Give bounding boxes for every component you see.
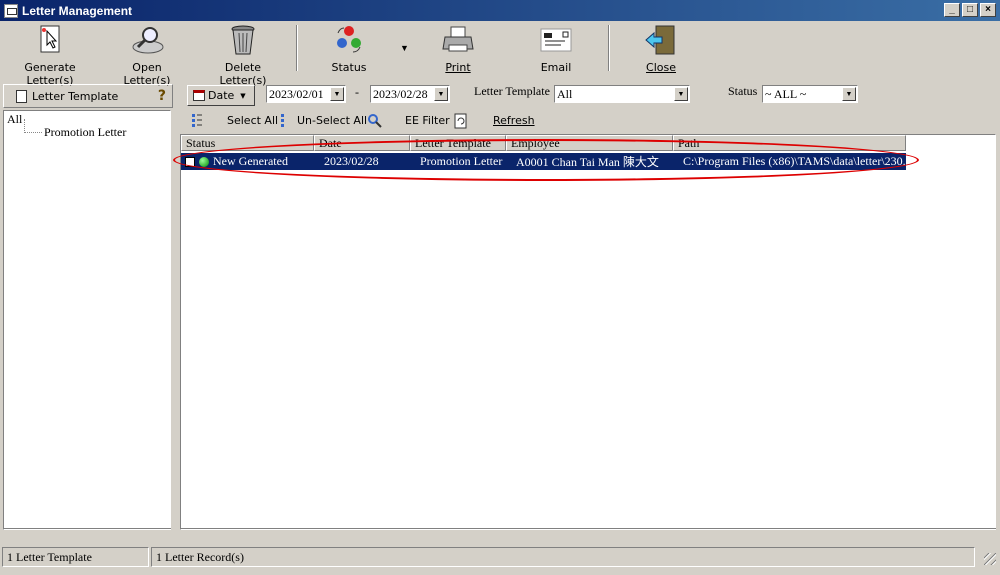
ee-filter-icon xyxy=(367,113,383,128)
row-date: 2023/02/28 xyxy=(324,154,379,168)
open-letters-button[interactable]: Open Letter(s) xyxy=(110,23,184,87)
date-separator: - xyxy=(355,85,359,99)
letter-template-header-label: Letter Template xyxy=(32,89,119,103)
close-window-button[interactable]: × xyxy=(980,3,996,17)
toolbar: Generate Letter(s) Open Letter(s) Delete… xyxy=(0,21,1000,87)
status-label: Status xyxy=(331,61,367,74)
filter-bar: Date ▼ 2023/02/01 ▼ - 2023/02/28 ▼ Lette… xyxy=(182,84,1000,108)
generate-letters-button[interactable]: Generate Letter(s) xyxy=(4,23,96,87)
status-dropdown-arrow-icon[interactable]: ▼ xyxy=(400,43,409,53)
status-record-count: 1 Letter Record(s) xyxy=(151,547,975,567)
date-from-picker[interactable]: 2023/02/01 ▼ xyxy=(266,85,346,103)
column-header-date[interactable]: Date xyxy=(314,135,410,151)
status-filter-select[interactable]: ~ ALL ~ ▼ xyxy=(762,85,858,103)
app-icon xyxy=(4,3,18,18)
row-checkbox[interactable] xyxy=(185,156,195,167)
magnifier-icon xyxy=(130,23,164,57)
resize-grip-icon[interactable] xyxy=(984,553,996,565)
tree-item-promotion-letter[interactable]: Promotion Letter xyxy=(44,125,126,140)
row-template: Promotion Letter xyxy=(420,154,503,168)
date-to-picker[interactable]: 2023/02/28 ▼ xyxy=(370,85,450,103)
refresh-button[interactable]: Refresh xyxy=(493,114,535,127)
status-template-count: 1 Letter Template xyxy=(2,547,149,567)
date-from-value: 2023/02/01 xyxy=(269,87,324,101)
maximize-button[interactable]: □ xyxy=(962,3,978,17)
print-label: Print xyxy=(445,61,471,74)
column-header-letter-template[interactable]: Letter Template xyxy=(410,135,506,151)
tree-bottom-edge xyxy=(3,528,171,536)
select-list-icon xyxy=(192,113,202,127)
ee-filter-button[interactable]: EE Filter xyxy=(405,114,450,127)
delete-letters-button[interactable]: Delete Letter(s) xyxy=(203,23,283,87)
status-filter-value: ~ ALL ~ xyxy=(765,87,807,101)
tree-item-all[interactable]: All xyxy=(7,112,22,127)
template-tree: All Promotion Letter xyxy=(3,110,171,530)
table-row[interactable]: New Generated 2023/02/28 Promotion Lette… xyxy=(181,153,906,170)
unselect-list-icon xyxy=(279,113,289,127)
close-button[interactable]: Close xyxy=(643,23,679,74)
envelope-icon xyxy=(539,23,573,57)
trash-can-icon xyxy=(226,23,260,57)
chevron-down-icon: ▼ xyxy=(240,91,246,100)
chevron-down-icon[interactable]: ▼ xyxy=(330,87,344,101)
tree-connector xyxy=(24,119,42,133)
window-title: Letter Management xyxy=(22,3,133,18)
email-label: Email xyxy=(540,61,572,74)
select-all-button[interactable]: Select All xyxy=(227,114,278,127)
row-path: C:\Program Files (x86)\TAMS\data\letter\… xyxy=(683,154,906,168)
toolbar-separator xyxy=(296,25,298,71)
date-filter-label: Date xyxy=(208,89,235,102)
title-bar: Letter Management _ □ × xyxy=(0,0,1000,21)
unselect-all-button[interactable]: Un-Select All xyxy=(297,114,367,127)
close-label: Close xyxy=(646,61,676,74)
chevron-down-icon[interactable]: ▼ xyxy=(434,87,448,101)
print-button[interactable]: Print xyxy=(440,23,476,74)
document-icon xyxy=(16,89,27,103)
printer-icon xyxy=(441,23,475,57)
letter-template-header: Letter Template ? xyxy=(3,84,173,108)
generate-letter-icon xyxy=(33,23,67,57)
chevron-down-icon[interactable]: ▼ xyxy=(842,87,856,101)
template-filter-select[interactable]: All ▼ xyxy=(554,85,690,103)
template-filter-value: All xyxy=(557,87,573,101)
date-to-value: 2023/02/28 xyxy=(373,87,428,101)
row-employee: A0001 Chan Tai Man 陳大文 xyxy=(516,155,659,169)
help-icon[interactable]: ? xyxy=(158,88,166,104)
status-button[interactable]: Status xyxy=(330,23,368,74)
grid-horizontal-scrollbar[interactable] xyxy=(180,528,996,536)
column-header-status[interactable]: Status xyxy=(181,135,314,151)
status-bar: 1 Letter Template 1 Letter Record(s) xyxy=(0,545,1000,569)
exit-door-icon xyxy=(644,23,678,57)
letter-records-grid: Status Date Letter Template Employee Pat… xyxy=(180,134,996,530)
status-balls-icon xyxy=(332,23,366,57)
email-button[interactable]: Email xyxy=(537,23,575,74)
toolbar-separator xyxy=(608,25,610,71)
column-header-path[interactable]: Path xyxy=(673,135,906,151)
date-filter-button[interactable]: Date ▼ xyxy=(187,85,255,106)
template-filter-label: Letter Template xyxy=(474,84,550,98)
refresh-icon xyxy=(454,113,468,129)
status-filter-label: Status xyxy=(728,84,758,98)
status-indicator-icon xyxy=(199,156,209,167)
grid-header: Status Date Letter Template Employee Pat… xyxy=(181,135,906,151)
chevron-down-icon[interactable]: ▼ xyxy=(674,87,688,101)
calendar-icon xyxy=(193,90,205,101)
minimize-button[interactable]: _ xyxy=(944,3,960,17)
column-header-employee[interactable]: Employee xyxy=(506,135,673,151)
row-status: New Generated xyxy=(213,154,288,168)
action-bar: Select All Un-Select All EE Filter Refre… xyxy=(182,110,1000,132)
